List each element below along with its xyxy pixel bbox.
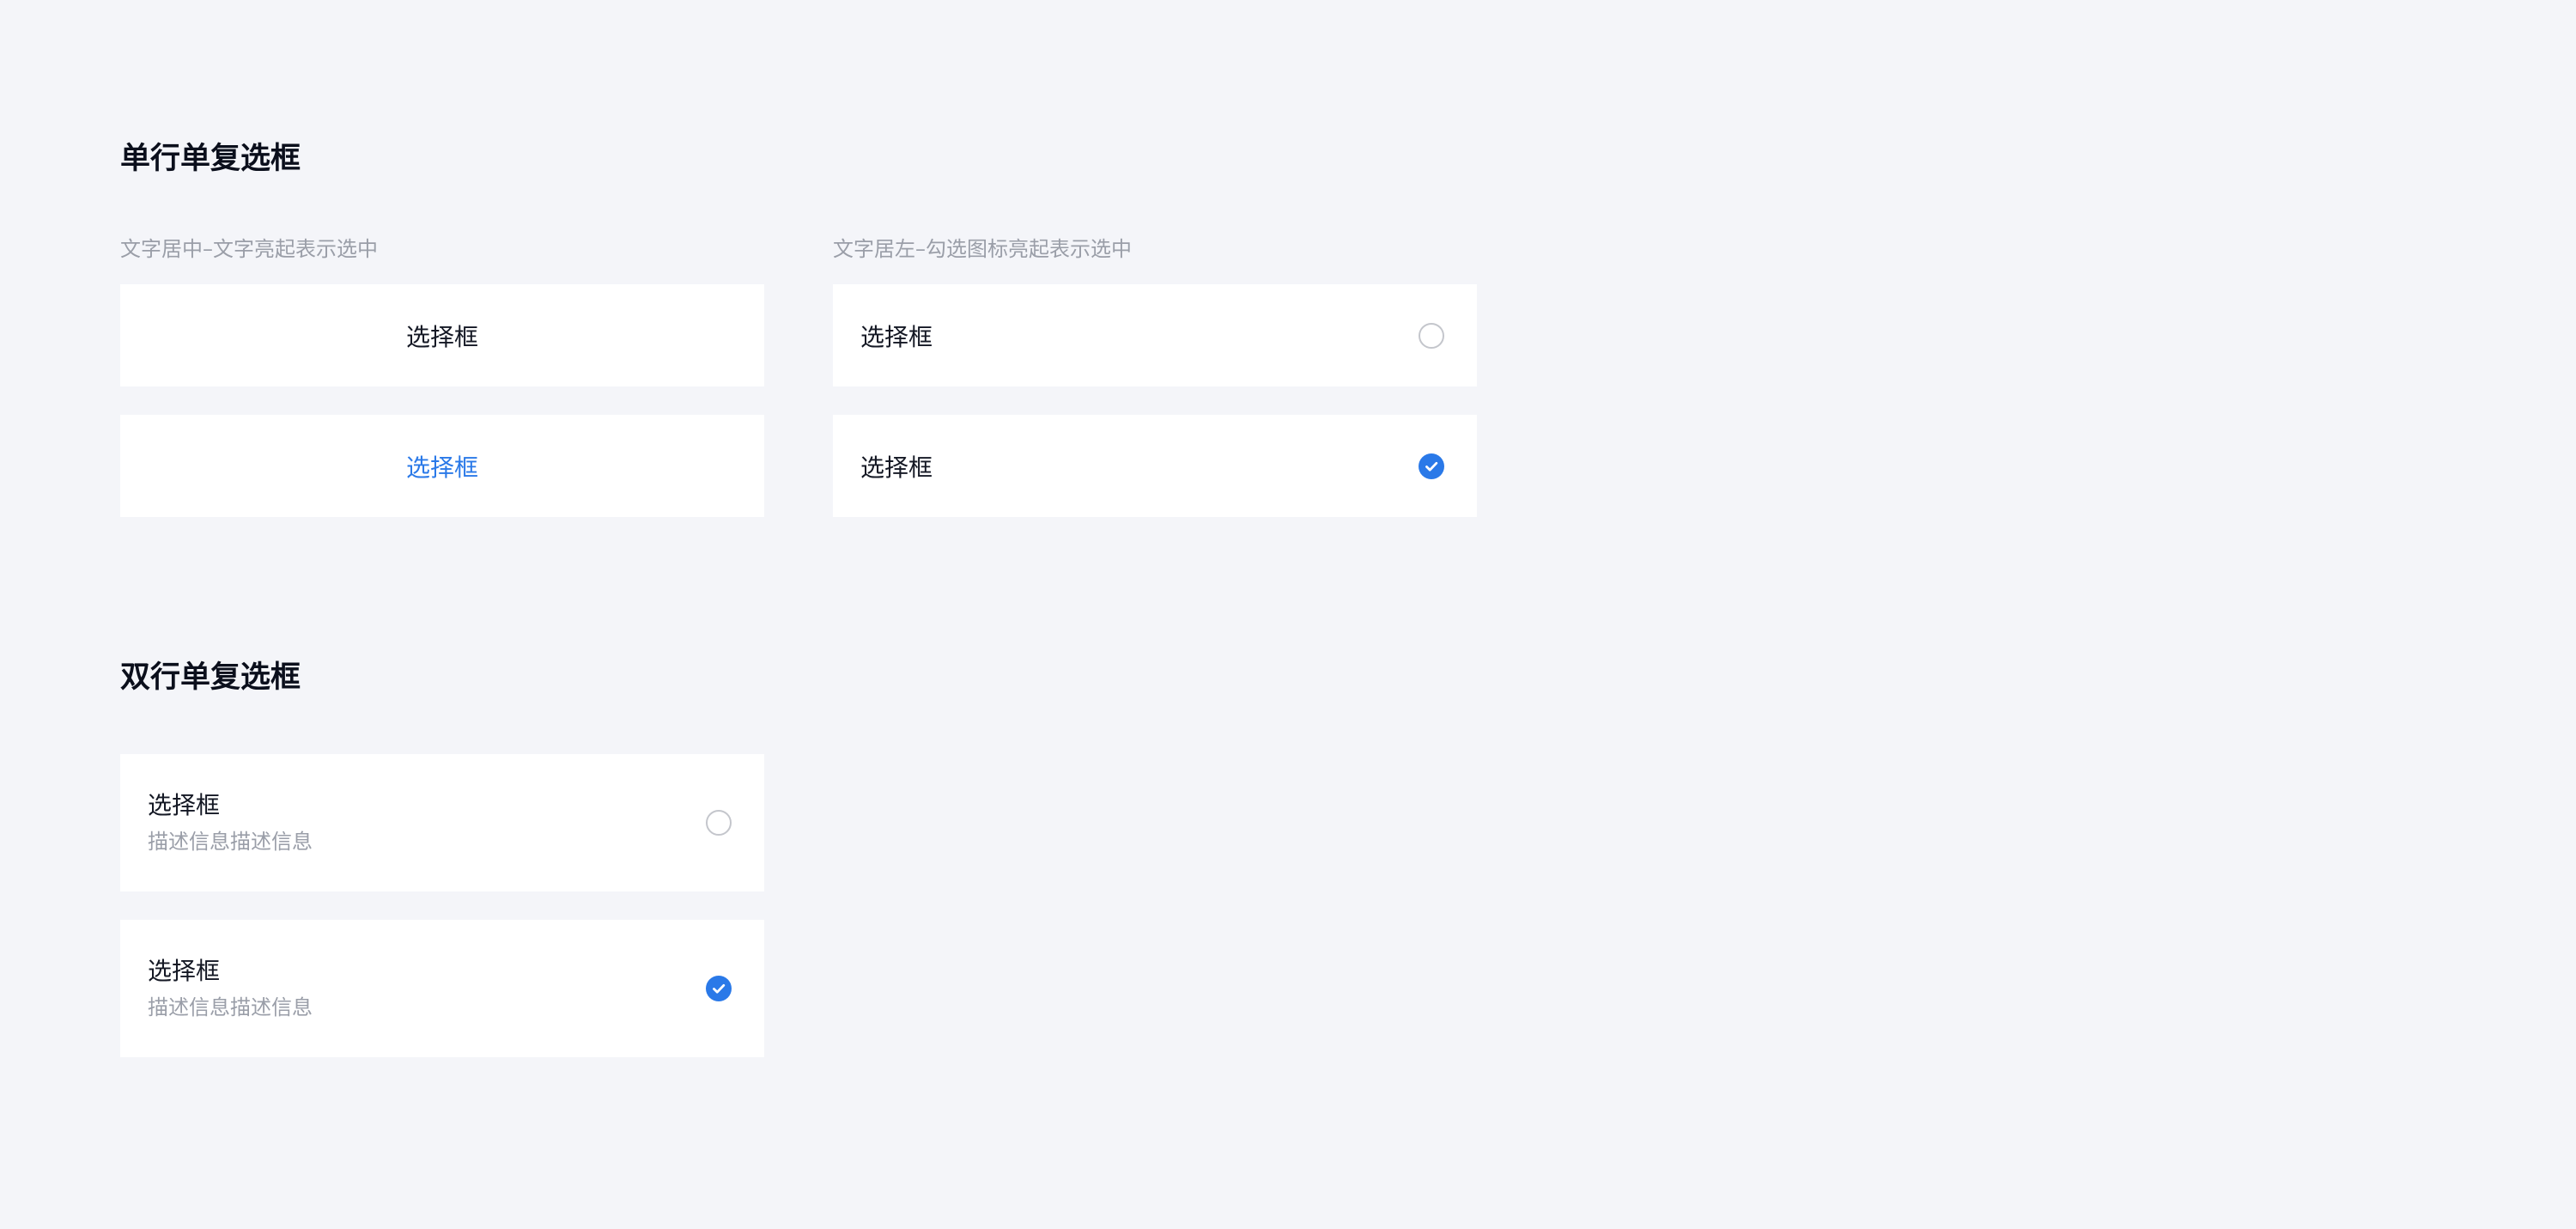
- option-label: 选择框: [860, 322, 933, 351]
- left-aligned-option-selected[interactable]: 选择框: [833, 415, 1477, 517]
- section-title-single-line: 单行单复选框: [120, 142, 301, 176]
- option-text-block: 选择框 描述信息描述信息: [148, 754, 313, 891]
- option-label: 选择框: [860, 453, 933, 482]
- radio-checked-icon[interactable]: [706, 976, 732, 1001]
- section-title-double-line: 双行单复选框: [120, 660, 301, 695]
- caption-text-centered: 文字居中–文字亮起表示选中: [120, 237, 378, 261]
- option-label: 选择框: [405, 322, 478, 351]
- radio-unchecked-icon[interactable]: [1419, 322, 1444, 349]
- centered-option-unselected[interactable]: 选择框: [120, 284, 764, 386]
- radio-checked-icon[interactable]: [1419, 453, 1444, 479]
- option-label: 选择框: [148, 957, 221, 985]
- double-line-option-unselected[interactable]: 选择框 描述信息描述信息: [120, 754, 764, 891]
- radio-unchecked-icon[interactable]: [706, 810, 732, 836]
- checkmark-icon: [713, 983, 726, 994]
- centered-option-selected[interactable]: 选择框: [120, 415, 764, 517]
- option-label-selected: 选择框: [405, 453, 478, 482]
- left-aligned-option-unselected[interactable]: 选择框: [833, 284, 1477, 386]
- checkmark-icon: [1425, 461, 1438, 472]
- option-label: 选择框: [148, 791, 221, 819]
- option-description: 描述信息描述信息: [148, 830, 313, 854]
- double-line-option-selected[interactable]: 选择框 描述信息描述信息: [120, 920, 764, 1057]
- option-description: 描述信息描述信息: [148, 995, 313, 1019]
- option-text-block: 选择框 描述信息描述信息: [148, 920, 313, 1057]
- caption-text-left: 文字居左–勾选图标亮起表示选中: [833, 237, 1132, 261]
